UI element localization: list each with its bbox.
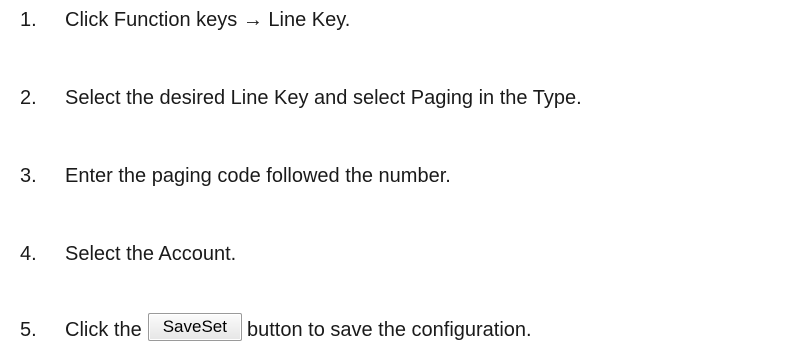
step-text: Enter the paging code followed the numbe…	[65, 165, 451, 187]
step-number: 3.	[20, 165, 37, 187]
step-1: 1. Click Function keys → Line Key.	[0, 5, 789, 35]
step-text: Click the SaveSet button to save the confi…	[65, 312, 532, 345]
saveset-button[interactable]: SaveSet	[147, 312, 242, 341]
step-text: Click Function keys → Line Key.	[65, 9, 351, 31]
step-5: 5. Click the SaveSet button to save the co…	[0, 312, 789, 345]
step-3: 3. Enter the paging code followed the nu…	[0, 161, 789, 191]
step-number: 4.	[20, 243, 37, 265]
step-number: 5.	[20, 319, 37, 341]
step-2: 2. Select the desired Line Key and selec…	[0, 83, 789, 113]
step-4: 4. Select the Account.	[0, 239, 789, 269]
step-text-after: button to save the configuration.	[246, 319, 532, 341]
step-text: Select the Account.	[65, 243, 237, 265]
step-number: 1.	[20, 9, 37, 31]
step-number: 2.	[20, 87, 37, 109]
step-text-before: Click the	[65, 319, 142, 341]
step-text: Select the desired Line Key and select P…	[65, 87, 582, 109]
